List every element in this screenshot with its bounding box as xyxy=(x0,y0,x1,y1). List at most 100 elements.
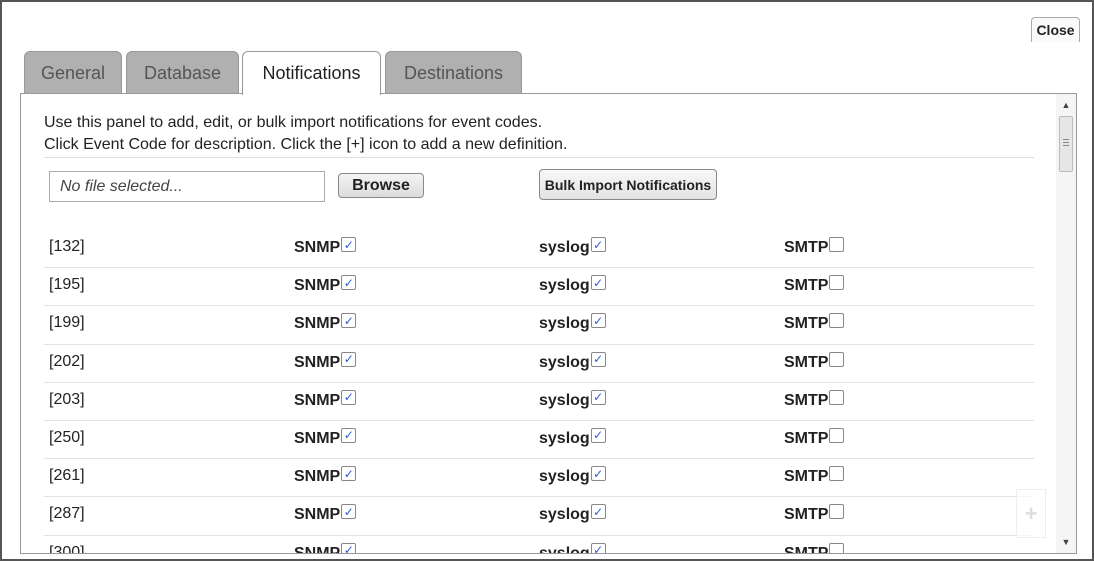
syslog-option[interactable]: syslog ✓ xyxy=(539,466,606,487)
settings-dialog: Close General Database Notifications Des… xyxy=(0,0,1094,561)
instruction-line-2: Click Event Code for description. Click … xyxy=(44,136,568,153)
smtp-checkbox[interactable] xyxy=(829,237,845,252)
snmp-option[interactable]: SNMP ✓ xyxy=(294,389,357,411)
syslog-option[interactable]: syslog ✓ xyxy=(539,237,606,258)
notification-row: [203] SNMP ✓ syslog ✓ SMTP xyxy=(44,383,1034,421)
smtp-option[interactable]: SMTP xyxy=(784,466,845,487)
snmp-checkbox[interactable]: ✓ xyxy=(341,313,357,329)
event-code-link[interactable]: [203] xyxy=(49,391,85,409)
close-button[interactable]: Close xyxy=(1031,17,1080,42)
syslog-label: syslog xyxy=(539,506,590,524)
snmp-option[interactable]: SNMP ✓ xyxy=(294,275,357,296)
syslog-checkbox[interactable]: ✓ xyxy=(590,504,606,520)
snmp-checkbox[interactable]: ✓ xyxy=(341,275,357,291)
event-code-link[interactable]: [202] xyxy=(49,353,85,371)
snmp-label: SNMP xyxy=(294,506,341,524)
smtp-checkbox[interactable] xyxy=(829,313,845,329)
event-code-link[interactable]: [199] xyxy=(49,314,85,332)
syslog-option[interactable]: syslog ✓ xyxy=(539,389,606,411)
smtp-checkbox[interactable] xyxy=(829,504,845,520)
smtp-option[interactable]: SMTP xyxy=(784,504,845,525)
snmp-checkbox[interactable]: ✓ xyxy=(341,427,357,443)
event-code-link[interactable]: [261] xyxy=(49,467,85,485)
snmp-checkbox[interactable]: ✓ xyxy=(341,237,357,252)
smtp-checkbox[interactable] xyxy=(829,466,845,482)
snmp-option[interactable]: SNMP ✓ xyxy=(294,313,357,334)
notification-row: [195] SNMP ✓ syslog ✓ SMTP xyxy=(44,268,1034,307)
tab-destinations[interactable]: Destinations xyxy=(385,51,522,94)
notification-row: [132] SNMP ✓ syslog ✓ SMTP xyxy=(44,230,1034,269)
smtp-option[interactable]: SMTP xyxy=(784,351,845,373)
syslog-checkbox[interactable]: ✓ xyxy=(590,313,606,329)
smtp-option[interactable]: SMTP xyxy=(784,427,845,449)
syslog-checkbox[interactable]: ✓ xyxy=(590,427,606,443)
syslog-checkbox[interactable]: ✓ xyxy=(590,237,606,252)
syslog-option[interactable]: syslog ✓ xyxy=(539,504,606,525)
event-code-link[interactable]: [300] xyxy=(49,544,85,554)
syslog-option[interactable]: syslog ✓ xyxy=(539,542,606,554)
snmp-checkbox[interactable]: ✓ xyxy=(341,466,357,482)
smtp-label: SMTP xyxy=(784,239,829,256)
scroll-up-arrow-icon[interactable]: ▲ xyxy=(1056,96,1076,114)
syslog-option[interactable]: syslog ✓ xyxy=(539,427,606,449)
snmp-option[interactable]: SNMP ✓ xyxy=(294,504,357,525)
scroll-down-arrow-icon[interactable]: ▼ xyxy=(1056,533,1076,551)
syslog-label: syslog xyxy=(539,429,590,447)
tab-database[interactable]: Database xyxy=(126,51,239,94)
scroll-thumb[interactable] xyxy=(1059,116,1073,172)
smtp-checkbox[interactable] xyxy=(829,542,845,553)
smtp-checkbox[interactable] xyxy=(829,351,845,367)
snmp-option[interactable]: SNMP ✓ xyxy=(294,237,357,258)
snmp-label: SNMP xyxy=(294,429,341,447)
event-code-link[interactable]: [250] xyxy=(49,429,85,447)
snmp-option[interactable]: SNMP ✓ xyxy=(294,466,357,487)
smtp-option[interactable]: SMTP xyxy=(784,313,845,334)
tab-general[interactable]: General xyxy=(24,51,122,94)
snmp-option[interactable]: SNMP ✓ xyxy=(294,351,357,373)
syslog-label: syslog xyxy=(539,544,590,554)
syslog-label: syslog xyxy=(539,391,590,409)
browse-button[interactable]: Browse xyxy=(338,173,424,198)
smtp-option[interactable]: SMTP xyxy=(784,542,845,554)
syslog-label: syslog xyxy=(539,353,590,371)
snmp-checkbox[interactable]: ✓ xyxy=(341,389,357,405)
smtp-option[interactable]: SMTP xyxy=(784,237,845,258)
bulk-import-button[interactable]: Bulk Import Notifications xyxy=(539,169,717,200)
smtp-option[interactable]: SMTP xyxy=(784,275,845,296)
smtp-checkbox[interactable] xyxy=(829,275,845,291)
panel-instructions: Use this panel to add, edit, or bulk imp… xyxy=(44,112,1034,156)
syslog-option[interactable]: syslog ✓ xyxy=(539,313,606,334)
smtp-label: SMTP xyxy=(784,353,829,371)
snmp-checkbox[interactable]: ✓ xyxy=(341,542,357,553)
syslog-option[interactable]: syslog ✓ xyxy=(539,351,606,373)
snmp-label: SNMP xyxy=(294,468,341,486)
syslog-label: syslog xyxy=(539,468,590,486)
snmp-label: SNMP xyxy=(294,239,341,256)
snmp-checkbox[interactable]: ✓ xyxy=(341,351,357,367)
file-input[interactable]: No file selected... xyxy=(49,171,325,202)
notification-row: [261] SNMP ✓ syslog ✓ SMTP xyxy=(44,459,1034,498)
event-code-link[interactable]: [132] xyxy=(49,238,85,256)
syslog-checkbox[interactable]: ✓ xyxy=(590,389,606,405)
tab-notifications[interactable]: Notifications xyxy=(242,51,381,95)
smtp-label: SMTP xyxy=(784,544,829,554)
plus-icon[interactable]: + xyxy=(1016,489,1046,538)
syslog-checkbox[interactable]: ✓ xyxy=(590,466,606,482)
grip-line xyxy=(1063,145,1069,146)
grip-line xyxy=(1063,139,1069,140)
smtp-checkbox[interactable] xyxy=(829,427,845,443)
syslog-option[interactable]: syslog ✓ xyxy=(539,275,606,296)
syslog-checkbox[interactable]: ✓ xyxy=(590,275,606,291)
snmp-label: SNMP xyxy=(294,277,341,295)
event-code-link[interactable]: [287] xyxy=(49,505,85,523)
smtp-checkbox[interactable] xyxy=(829,389,845,405)
syslog-checkbox[interactable]: ✓ xyxy=(590,351,606,367)
snmp-option[interactable]: SNMP ✓ xyxy=(294,542,357,553)
syslog-checkbox[interactable]: ✓ xyxy=(590,542,606,553)
notification-list: [132] SNMP ✓ syslog ✓ SMTP [195] SNMP ✓ syslog ✓ SM… xyxy=(44,230,1034,554)
snmp-option[interactable]: SNMP ✓ xyxy=(294,427,357,449)
smtp-option[interactable]: SMTP xyxy=(784,389,845,411)
event-code-link[interactable]: [195] xyxy=(49,276,85,294)
snmp-checkbox[interactable]: ✓ xyxy=(341,504,357,520)
vertical-scrollbar[interactable]: ▲ ▼ xyxy=(1056,94,1076,553)
